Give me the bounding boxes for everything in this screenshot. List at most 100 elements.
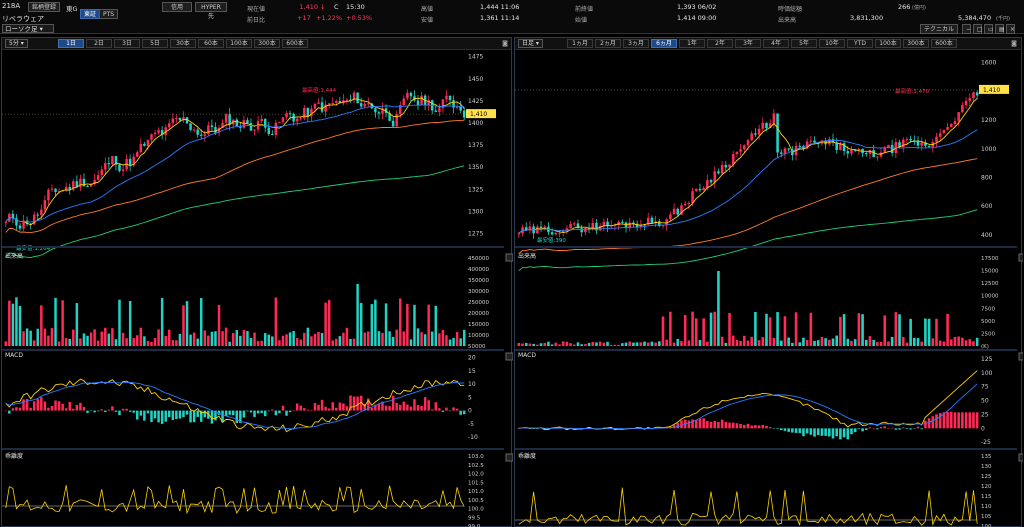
macd-histogram-bar xyxy=(146,410,150,414)
volume-bar xyxy=(118,299,121,346)
macd-histogram-bar xyxy=(303,408,306,411)
right-chart-area[interactable]: 16001400120010008006004001,410最高値:1,470最… xyxy=(515,50,1023,527)
minimize-icon[interactable]: − xyxy=(962,24,971,34)
candle-body xyxy=(846,151,850,154)
candle-body xyxy=(363,103,366,107)
volume-bar xyxy=(798,342,802,346)
range-button[interactable]: 4年 xyxy=(763,39,789,48)
credit-button[interactable]: 信用 xyxy=(162,2,192,12)
volume-bar xyxy=(783,316,787,346)
candle-body xyxy=(100,169,103,176)
restore-icon[interactable]: ▭ xyxy=(984,24,994,34)
candle-body xyxy=(409,92,413,97)
chart-type-dropdown[interactable]: ローソク足 ▾ xyxy=(2,24,54,33)
volume-bar xyxy=(153,338,157,346)
macd-histogram-bar xyxy=(228,410,231,415)
candle-body xyxy=(146,139,150,146)
volume-bar xyxy=(901,336,905,346)
range-button[interactable]: 1ヵ月 xyxy=(567,39,593,48)
candle-body xyxy=(4,221,8,223)
range-button[interactable]: 6ヵ月 xyxy=(651,39,677,48)
technical-button[interactable]: テクニカル xyxy=(920,24,958,34)
range-button[interactable]: 600本 xyxy=(931,39,957,48)
candle-body xyxy=(50,188,54,190)
candle-body xyxy=(953,120,957,125)
candle-body xyxy=(107,163,111,165)
change-pct: +1.22% xyxy=(316,14,343,22)
range-button[interactable]: 5日 xyxy=(142,39,168,48)
range-button[interactable]: 60本 xyxy=(198,39,224,48)
price-tick-label: 1350 xyxy=(468,164,483,171)
range-button[interactable]: 300本 xyxy=(254,39,280,48)
volume-title: 出来高 xyxy=(518,252,536,260)
range-button[interactable]: 3年 xyxy=(735,39,761,48)
range-button[interactable]: 1日 xyxy=(58,39,84,48)
camera-icon[interactable]: ◙ xyxy=(500,39,510,48)
volume-bar xyxy=(809,312,813,346)
candle-body xyxy=(687,203,691,205)
left-chart-area[interactable]: 1475 1450 1425 1400 1375 1350 1325 1300 1275 1,41… xyxy=(2,50,513,527)
candle-body xyxy=(391,120,395,127)
candle-body xyxy=(331,102,334,104)
range-button[interactable]: 600本 xyxy=(282,39,308,48)
volume-bar xyxy=(813,340,816,346)
volume-bar xyxy=(894,312,898,346)
tab-pts[interactable]: PTS xyxy=(99,9,119,19)
volume-bar xyxy=(320,333,324,346)
settings-icon[interactable]: ▤ xyxy=(995,24,1005,34)
tab-tse[interactable]: 東証 xyxy=(80,9,101,19)
maximize-icon[interactable]: □ xyxy=(973,24,983,34)
camera-icon[interactable]: ◙ xyxy=(1009,39,1019,48)
range-button[interactable]: 2年 xyxy=(707,39,733,48)
candle-body xyxy=(438,108,441,112)
candle-body xyxy=(306,107,310,117)
volume-bar xyxy=(905,342,909,346)
macd-histogram-bar xyxy=(338,402,342,411)
range-button[interactable]: 1年 xyxy=(679,39,705,48)
volume-bar xyxy=(816,340,820,346)
range-button[interactable]: 30本 xyxy=(170,39,196,48)
range-button[interactable]: 300本 xyxy=(903,39,929,48)
volume-bar xyxy=(40,305,43,346)
volume-bar xyxy=(868,336,872,346)
candle-body xyxy=(572,223,576,225)
volume-bar xyxy=(29,330,32,346)
market-cap-value: 266 xyxy=(898,3,911,11)
macd-histogram-bar xyxy=(150,410,153,423)
volume-bar xyxy=(235,330,239,346)
range-button[interactable]: 5年 xyxy=(791,39,817,48)
macd-histogram-bar xyxy=(765,425,768,429)
hyper-button[interactable]: HYPER先 xyxy=(195,2,227,20)
range-button[interactable]: 2日 xyxy=(86,39,112,48)
volume-bar xyxy=(381,332,384,346)
candle-body xyxy=(761,122,765,129)
range-button[interactable]: 2ヵ月 xyxy=(595,39,621,48)
macd-tick-label: 50 xyxy=(981,398,989,405)
macd-histogram-bar xyxy=(168,410,171,418)
deviation-tick-label: 135 xyxy=(981,454,992,460)
candle-body xyxy=(813,140,816,143)
macd-histogram-bar xyxy=(805,428,809,434)
register-button[interactable]: 銘柄登録 xyxy=(28,2,61,12)
volume-bar xyxy=(661,316,665,346)
high-annotation: 最高値:1,444 xyxy=(302,86,337,94)
candle-body xyxy=(569,224,572,229)
macd-histogram-bar xyxy=(125,408,128,411)
volume-tick-label: 12500 xyxy=(981,281,999,287)
range-button[interactable]: 10年 xyxy=(819,39,845,48)
candle-body xyxy=(295,118,299,122)
range-button[interactable]: 100本 xyxy=(875,39,901,48)
range-button[interactable]: 3ヵ月 xyxy=(623,39,649,48)
range-button[interactable]: 100本 xyxy=(226,39,252,48)
price-tick-label: 1325 xyxy=(468,186,483,193)
volume-bar xyxy=(720,336,724,346)
range-button[interactable]: YTD xyxy=(847,39,873,48)
interval-select[interactable]: 5分 ▾ xyxy=(5,39,28,48)
range-button[interactable]: 3日 xyxy=(114,39,140,48)
macd-histogram-bar xyxy=(320,399,324,411)
macd-histogram-bar xyxy=(335,407,338,411)
interval-select[interactable]: 日足 ▾ xyxy=(518,39,543,48)
macd-histogram-bar xyxy=(720,419,724,429)
close-icon[interactable]: × xyxy=(1006,24,1015,34)
volume-bar xyxy=(281,335,285,346)
